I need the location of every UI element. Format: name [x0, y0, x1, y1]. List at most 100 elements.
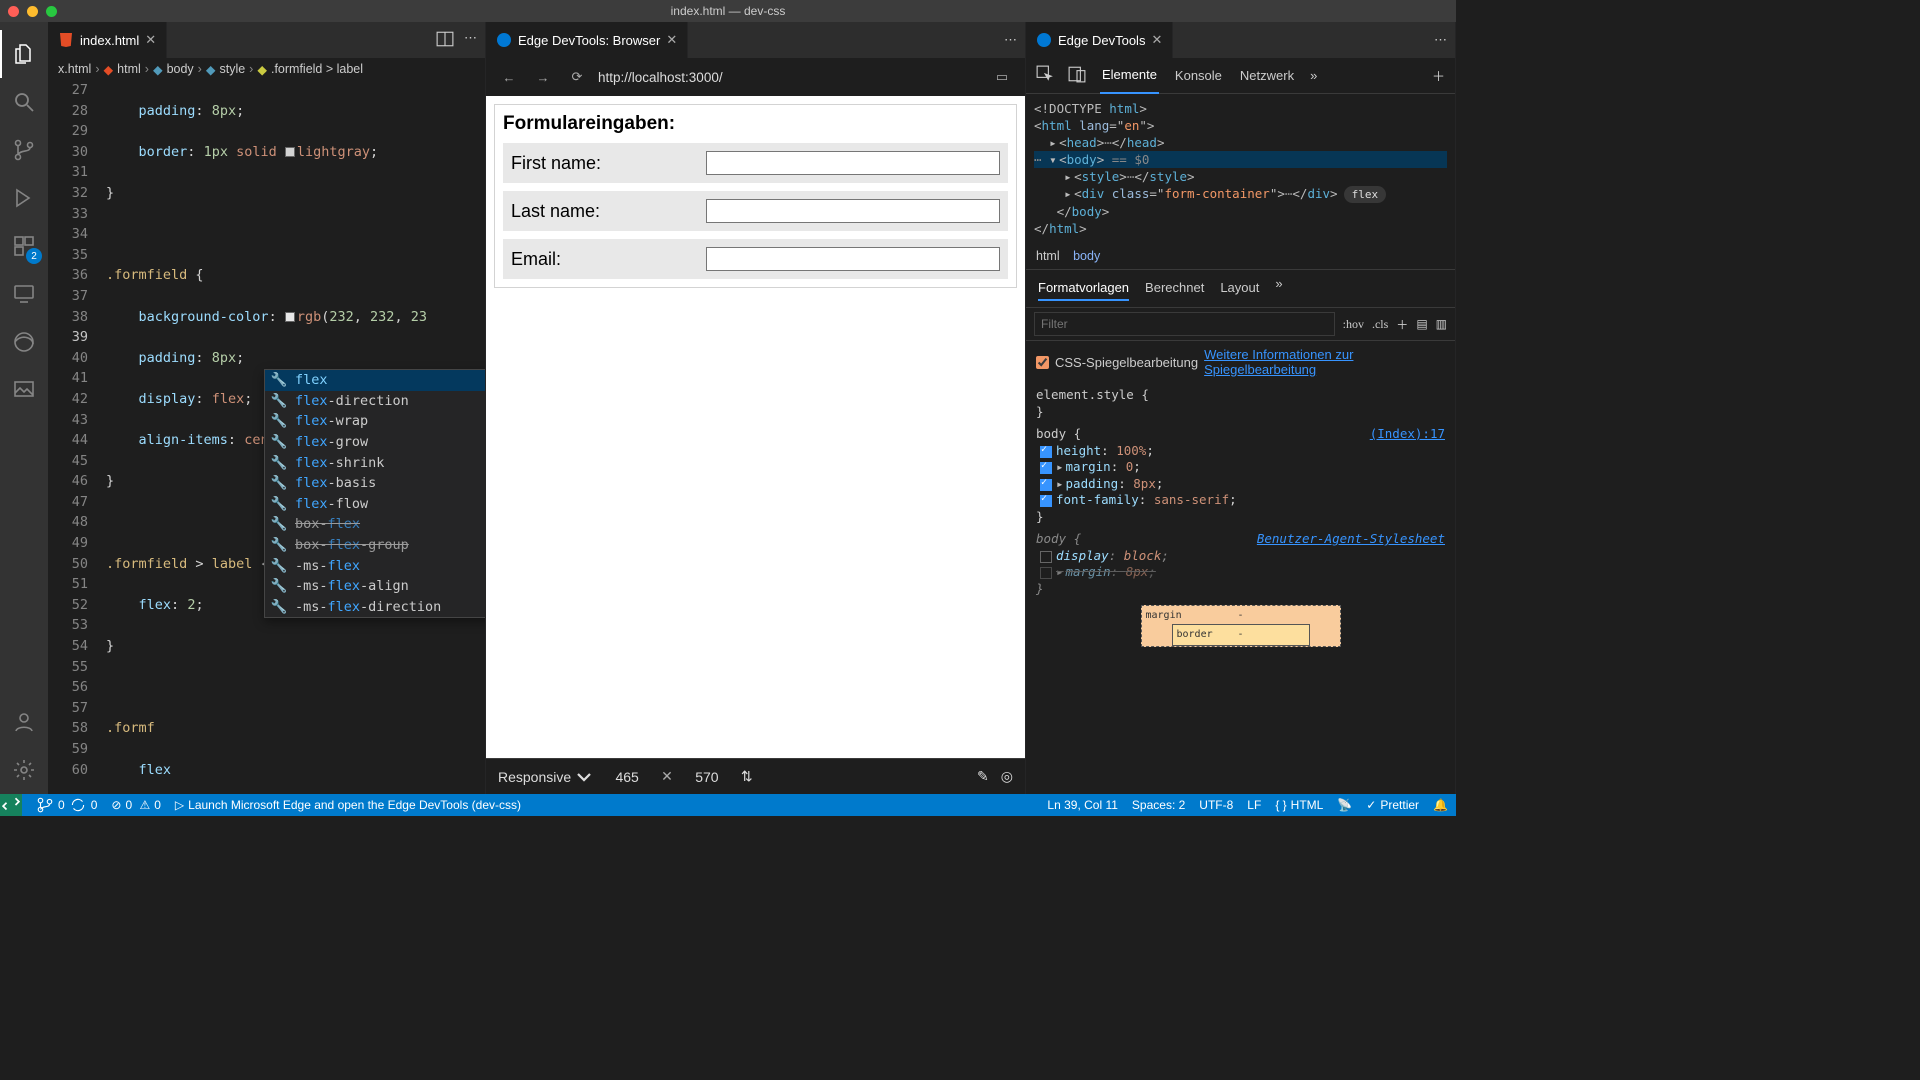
url-bar[interactable]: http://localhost:3000/	[598, 70, 981, 85]
scm-status[interactable]: 0 0	[36, 796, 97, 814]
device-select[interactable]: Responsive	[498, 768, 593, 786]
indent-status[interactable]: Spaces: 2	[1132, 798, 1185, 812]
autocomplete-item[interactable]: 🔧-ms-flex-align	[265, 576, 485, 597]
computed-toggle-icon[interactable]: ▤	[1416, 317, 1427, 332]
form-row: Email:	[503, 239, 1008, 279]
encoding-status[interactable]: UTF-8	[1199, 798, 1233, 812]
go-live-icon[interactable]: 📡	[1337, 798, 1352, 812]
edge-icon	[496, 32, 512, 48]
tab-elements[interactable]: Elemente	[1100, 58, 1159, 94]
hov-button[interactable]: :hov	[1343, 317, 1364, 332]
autocomplete-item[interactable]: 🔧flex-wrap	[265, 411, 485, 432]
box-model: - -	[1141, 605, 1341, 647]
property-icon: 🔧	[271, 516, 287, 532]
close-icon[interactable]: ✕	[1151, 32, 1162, 48]
rule-source-link[interactable]: (Index):17	[1370, 426, 1445, 443]
eyedropper-icon[interactable]: ✎	[977, 768, 989, 785]
autocomplete-item[interactable]: 🔧flex-grow	[265, 432, 485, 453]
launch-config[interactable]: ▷ Launch Microsoft Edge and open the Edg…	[175, 798, 521, 812]
cls-button[interactable]: .cls	[1372, 317, 1388, 332]
cursor-position[interactable]: Ln 39, Col 11	[1047, 798, 1118, 812]
autocomplete-item[interactable]: 🔧flex-direction	[265, 391, 485, 412]
close-icon[interactable]: ✕	[145, 32, 156, 48]
autocomplete-item[interactable]: 🔧-ms-flex	[265, 555, 485, 576]
activity-settings[interactable]	[0, 746, 48, 794]
autocomplete-item[interactable]: 🔧flex-shrink	[265, 452, 485, 473]
tab-edge-devtools[interactable]: Edge DevTools ✕	[1026, 22, 1173, 58]
reload-button[interactable]: ⟳	[564, 64, 590, 90]
tab-layout[interactable]: Layout	[1220, 276, 1259, 301]
tab-console[interactable]: Konsole	[1173, 58, 1224, 94]
activity-search[interactable]	[0, 78, 48, 126]
activity-accounts[interactable]	[0, 698, 48, 746]
email-input[interactable]	[706, 247, 1000, 271]
tab-index-html[interactable]: index.html ✕	[48, 22, 167, 58]
close-icon[interactable]: ✕	[666, 32, 677, 48]
add-tab-icon[interactable]: ＋	[1432, 66, 1445, 85]
autocomplete-item[interactable]: 🔧flex-flow	[265, 494, 485, 515]
browser-tabs: Edge DevTools: Browser ✕ ⋯	[486, 22, 1025, 58]
property-icon: 🔧	[271, 475, 287, 491]
image-icon	[12, 378, 36, 402]
back-button[interactable]: ←	[496, 64, 522, 90]
window-title: index.html — dev-css	[0, 4, 1456, 18]
activity-scm[interactable]	[0, 126, 48, 174]
inspect-icon[interactable]: ◎	[1001, 768, 1013, 785]
css-mirror-checkbox[interactable]	[1036, 356, 1049, 369]
css-mirror-link[interactable]: Spiegelbearbeitung	[1204, 362, 1316, 377]
autocomplete-item[interactable]: 🔧box-flex-group	[265, 535, 485, 556]
form-row: First name:	[503, 143, 1008, 183]
inspect-element-icon[interactable]	[1036, 65, 1054, 86]
css-mirror-link[interactable]: Weitere Informationen zur	[1204, 347, 1353, 362]
last-name-input[interactable]	[706, 199, 1000, 223]
split-editor-icon[interactable]	[436, 30, 454, 51]
eol-status[interactable]: LF	[1247, 798, 1261, 812]
viewport-height[interactable]	[685, 769, 729, 785]
tab-styles[interactable]: Formatvorlagen	[1038, 276, 1129, 301]
autocomplete-item[interactable]: 🔧flex-basis	[265, 473, 485, 494]
new-rule-icon[interactable]: ＋	[1396, 316, 1408, 333]
autocomplete-item[interactable]: 🔧flex	[265, 370, 485, 391]
dom-tree[interactable]: <!DOCTYPE html> <html lang="en"> ▸<head>…	[1026, 94, 1455, 243]
autocomplete-popup[interactable]: 🔧flex🔧flex-direction🔧flex-wrap🔧flex-grow…	[264, 369, 485, 618]
files-icon	[12, 42, 36, 66]
viewport-width[interactable]	[605, 769, 649, 785]
activity-run[interactable]	[0, 174, 48, 222]
styles-panel-tabs: Formatvorlagen Berechnet Layout »	[1026, 269, 1455, 307]
activity-explorer[interactable]	[0, 30, 48, 78]
autocomplete-item[interactable]: 🔧-ms-flex-direction	[265, 597, 485, 618]
code-editor[interactable]: 272829 303132 333435 363738 394041 42434…	[48, 80, 485, 794]
autocomplete-item[interactable]: 🔧box-flex	[265, 514, 485, 535]
activity-image[interactable]	[0, 366, 48, 414]
rotate-icon[interactable]: ⇅	[741, 768, 753, 785]
notifications-icon[interactable]: 🔔	[1433, 798, 1448, 812]
breadcrumb[interactable]: x.html› ◆ html› ◆ body› ◆ style› ◆ .form…	[48, 58, 485, 80]
more-actions-icon[interactable]: ⋯	[1434, 32, 1447, 48]
first-name-input[interactable]	[706, 151, 1000, 175]
sidebar-toggle-icon[interactable]: ▥	[1436, 317, 1447, 332]
activity-remote-explorer[interactable]	[0, 270, 48, 318]
more-tabs-icon[interactable]: »	[1275, 276, 1282, 301]
forward-button[interactable]: →	[530, 64, 556, 90]
browser-viewport: Formulareingaben: First name: Last name:…	[486, 96, 1025, 758]
tab-network[interactable]: Netzwerk	[1238, 58, 1296, 94]
tab-label: Edge DevTools: Browser	[518, 33, 660, 48]
activity-extensions[interactable]: 2	[0, 222, 48, 270]
more-actions-icon[interactable]: ⋯	[1004, 32, 1017, 48]
more-actions-icon[interactable]: ⋯	[464, 30, 477, 51]
devtools-tabs: Edge DevTools ✕ ⋯	[1026, 22, 1455, 58]
styles-rules[interactable]: element.style { } body { (Index):17 heig…	[1026, 383, 1455, 657]
tab-computed[interactable]: Berechnet	[1145, 276, 1204, 301]
screencast-icon[interactable]: ▭	[989, 64, 1015, 90]
styles-filter-input[interactable]	[1034, 312, 1335, 336]
device-toggle-icon[interactable]	[1068, 65, 1086, 86]
property-icon: 🔧	[271, 372, 287, 388]
prettier-status[interactable]: ✓ Prettier	[1366, 798, 1419, 812]
more-tabs-icon[interactable]: »	[1310, 68, 1317, 83]
remote-button[interactable]	[0, 794, 22, 816]
tab-edge-browser[interactable]: Edge DevTools: Browser ✕	[486, 22, 688, 58]
activity-edge[interactable]	[0, 318, 48, 366]
language-mode[interactable]: { } HTML	[1275, 798, 1323, 812]
dom-breadcrumb[interactable]: html body	[1026, 243, 1455, 269]
problems-status[interactable]: ⊘ 0 ⚠ 0	[111, 798, 161, 812]
